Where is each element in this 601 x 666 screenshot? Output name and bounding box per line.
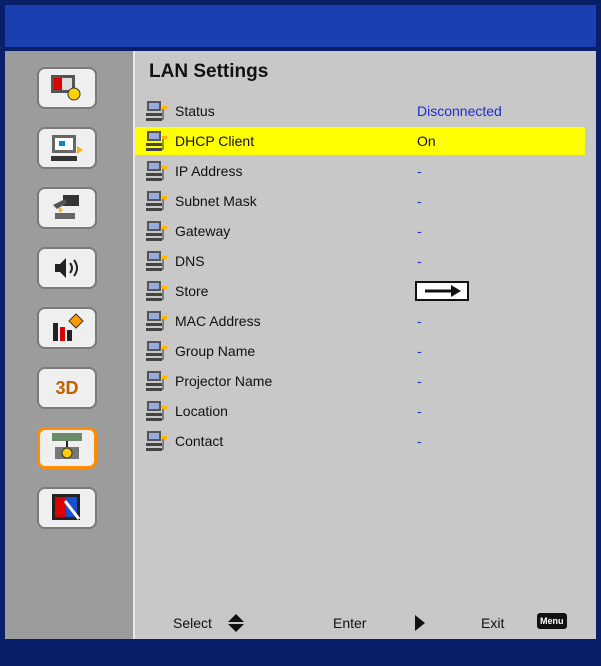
network-icon <box>146 431 167 451</box>
network-icon <box>146 281 167 301</box>
setting-row-ip-address[interactable]: IP Address - <box>135 157 585 185</box>
exit-hint-label: Exit <box>481 615 505 631</box>
network-icon <box>146 221 167 241</box>
setting-label: DHCP Client <box>175 133 255 149</box>
network-icon <box>146 371 167 391</box>
setting-label: Contact <box>175 433 224 449</box>
setting-row-group-name[interactable]: Group Name - <box>135 337 585 365</box>
setting-value: - <box>417 433 422 449</box>
setting-value: - <box>417 253 422 269</box>
right-triangle-icon <box>415 615 425 631</box>
settings-content: LAN Settings Status Disconnected DHCP Cl… <box>135 51 596 639</box>
network-icon <box>146 251 167 271</box>
setting-row-dns[interactable]: DNS - <box>135 247 585 275</box>
network-icon <box>146 341 167 361</box>
page-title: LAN Settings <box>149 61 269 82</box>
network-icon <box>146 161 167 181</box>
volume-icon[interactable] <box>37 247 97 289</box>
setting-row-location[interactable]: Location - <box>135 397 585 425</box>
setting-value: - <box>417 193 422 209</box>
setting-value: Disconnected <box>417 103 502 119</box>
enter-hint-label: Enter <box>333 615 367 631</box>
options-icon[interactable] <box>37 307 97 349</box>
setting-row-dhcp-client[interactable]: DHCP Client On <box>135 127 585 155</box>
select-hint-label: Select <box>173 615 212 631</box>
setting-label: Gateway <box>175 223 231 239</box>
network-icon <box>146 401 167 421</box>
setting-value: On <box>417 133 436 149</box>
sidebar: 3D <box>5 51 135 639</box>
network-icon <box>146 131 167 151</box>
3d-label: 3D <box>55 377 79 398</box>
lan-icon[interactable] <box>37 427 97 469</box>
setting-label: Location <box>175 403 228 419</box>
setting-row-store[interactable]: Store <box>135 277 585 305</box>
arrow-right-icon <box>425 285 461 297</box>
setting-row-status[interactable]: Status Disconnected <box>135 97 585 125</box>
setting-value: - <box>417 343 422 359</box>
setting-row-contact[interactable]: Contact - <box>135 427 585 455</box>
setting-label: Subnet Mask <box>175 193 257 209</box>
network-icon <box>146 191 167 211</box>
setting-value: - <box>417 313 422 329</box>
menu-key-icon: Menu <box>537 613 567 629</box>
interactive-icon[interactable] <box>37 487 97 529</box>
setting-value: - <box>417 223 422 239</box>
setup-icon[interactable] <box>37 187 97 229</box>
store-enter-button[interactable] <box>415 281 469 301</box>
setting-value: - <box>417 163 422 179</box>
setting-label: DNS <box>175 253 205 269</box>
menu-panel: 3D LAN Settings Status Disconnected DHCP… <box>5 49 596 641</box>
setting-label: IP Address <box>175 163 243 179</box>
setting-row-subnet-mask[interactable]: Subnet Mask - <box>135 187 585 215</box>
network-icon <box>146 311 167 331</box>
network-icon <box>146 101 167 121</box>
up-down-arrow-icon <box>228 614 244 632</box>
osd-frame: 3D LAN Settings Status Disconnected DHCP… <box>0 0 601 666</box>
setting-label: Store <box>175 283 209 299</box>
3d-icon[interactable]: 3D <box>37 367 97 409</box>
setting-label: Group Name <box>175 343 256 359</box>
image-settings-icon[interactable] <box>37 67 97 109</box>
setting-label: Projector Name <box>175 373 273 389</box>
setting-label: MAC Address <box>175 313 261 329</box>
display-settings-icon[interactable] <box>37 127 97 169</box>
setting-row-mac-address[interactable]: MAC Address - <box>135 307 585 335</box>
setting-row-gateway[interactable]: Gateway - <box>135 217 585 245</box>
setting-row-projector-name[interactable]: Projector Name - <box>135 367 585 395</box>
title-bar <box>5 5 596 47</box>
setting-value: - <box>417 403 422 419</box>
setting-value: - <box>417 373 422 389</box>
setting-label: Status <box>175 103 215 119</box>
footer-hints: Select Enter Exit Menu <box>135 611 596 635</box>
